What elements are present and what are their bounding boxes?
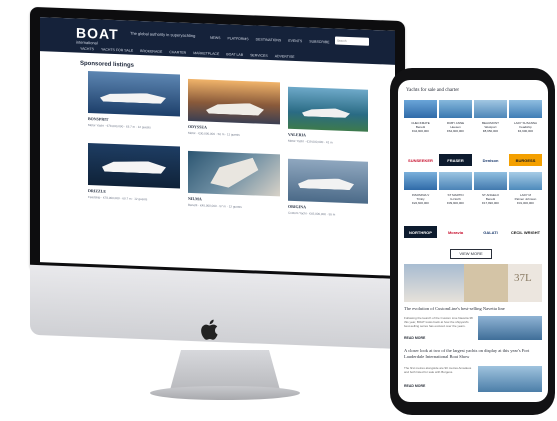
yacht-image (88, 71, 180, 117)
yacht-info: RUBY ANNE Heesen €64,900,000 (439, 121, 472, 133)
yacht-thumb[interactable] (404, 100, 437, 118)
yacht-info: ST MARTIN G-North €39,900,000 (439, 193, 472, 205)
article-title[interactable]: The evolution of CustomLine's best-selli… (404, 306, 542, 312)
nav-item[interactable]: CHARTER (169, 50, 186, 55)
nav-item[interactable]: SERVICES (250, 53, 268, 58)
yacht-price: €64,900,000 (447, 129, 464, 133)
yacht-image (188, 78, 280, 125)
view-more-button[interactable]: VIEW MORE (450, 249, 492, 259)
yacht-info: LADY SUSANNA Feadship €4,900,000 (509, 121, 542, 133)
yacht-price: €39,900,000 (447, 201, 464, 205)
broker-logo[interactable]: CECIL WRIGHT (509, 226, 542, 238)
yacht-price: €31,000,000 (517, 201, 534, 205)
yacht-thumb[interactable] (474, 100, 507, 118)
top-nav-item[interactable]: SUBSCRIBE (309, 40, 329, 45)
listing-meta: Motor Yacht · €78,000,000 · 63.7 m · 12 … (88, 123, 151, 130)
yacht-thumb[interactable] (509, 100, 542, 118)
yacht-info: BEAUMONT Westport €8,950,000 (474, 121, 507, 133)
yacht-image (288, 86, 368, 132)
listing-card[interactable]: ORIGINA Custom Yacht · €45,000,000 · 55 … (288, 158, 368, 218)
listing-card[interactable]: ODYSSEA Motor · €30,000,000 · 50 m · 11 … (188, 78, 280, 139)
tagline: The global authority in superyachting (130, 30, 196, 39)
yacht-info: ST ANGELO Benetti €17,990,000 (474, 193, 507, 205)
nav-item[interactable]: BOAT LAB (226, 52, 243, 57)
advert-text: 37L (514, 272, 532, 284)
top-nav-item[interactable]: NEWS (210, 36, 221, 40)
listing-meta: Custom Yacht · €45,000,000 · 55 m (288, 210, 336, 217)
broker-logo[interactable]: BURGESS (509, 154, 542, 166)
section-title: Sponsored listings (80, 60, 135, 69)
article-body: The first metres alongside are 90 metres… (404, 366, 472, 374)
listing-meta: Motor · €30,000,000 · 50 m · 11 guests (188, 130, 240, 137)
nav-item[interactable]: ADVERTISE (275, 54, 295, 59)
broker-logo[interactable]: Denison (474, 154, 507, 166)
broker-logo[interactable]: NORTHROP (404, 226, 437, 238)
broker-logo[interactable]: SUNSEEKER (404, 154, 437, 166)
article-image[interactable] (478, 366, 542, 392)
phone-section-title: Yachts for sale and charter (406, 88, 460, 93)
nav-item[interactable]: BROKERAGE (140, 49, 162, 54)
yacht-price: €44,900,000 (412, 129, 429, 133)
apple-logo-icon (201, 319, 218, 340)
listing-meta: Motor Yacht · €19,000,000 · 41 m (288, 138, 333, 145)
broker-logo[interactable]: FRASER (439, 154, 472, 166)
yacht-thumb[interactable] (509, 172, 542, 190)
yacht-info: INSOMNIA V Trinity €22,600,000 (404, 193, 437, 205)
broker-logo[interactable]: GALATI (474, 226, 507, 238)
listing-card[interactable]: VALERIA Motor Yacht · €19,000,000 · 41 m (288, 86, 368, 146)
boat-website: BOAT international The global authority … (40, 17, 395, 276)
search-input[interactable]: Search (335, 36, 369, 46)
yacht-thumb[interactable] (439, 172, 472, 190)
listing-card[interactable]: NILMA Benetti · €45,000,000 · 57 m · 12 … (188, 150, 280, 211)
listing-meta: Benetti · €45,000,000 · 57 m · 12 guests (188, 202, 242, 209)
article-image[interactable] (478, 316, 542, 340)
site-logo-sub: international (76, 39, 98, 46)
yacht-info: LADY M Palmer Johnson €31,000,000 (509, 193, 542, 205)
yacht-image (288, 158, 368, 204)
yacht-image (88, 143, 180, 189)
top-nav-item[interactable]: DESTINATIONS (256, 37, 282, 42)
nav-item[interactable]: YACHTS (80, 47, 94, 52)
listing-card[interactable]: BONSPRIT Motor Yacht · €78,000,000 · 63.… (88, 71, 180, 131)
listing-card[interactable]: DRIZZLE Feadship · €78,000,000 · 60.7 m … (88, 143, 180, 203)
phone: Yachts for sale and charter CHECKMATE Ben… (390, 68, 555, 415)
top-nav-item[interactable]: PLATFORMS (228, 36, 249, 41)
imac-stand-base (150, 386, 300, 400)
yacht-thumb[interactable] (439, 100, 472, 118)
read-more-link[interactable]: READ MORE (404, 384, 425, 388)
read-more-link[interactable]: READ MORE (404, 336, 425, 340)
yacht-thumb[interactable] (404, 172, 437, 190)
yacht-price: €17,990,000 (482, 201, 499, 205)
broker-logo[interactable]: Moravia (439, 226, 472, 238)
imac-stand (170, 350, 280, 390)
yacht-price: €4,900,000 (517, 129, 533, 133)
yacht-price: €22,600,000 (412, 201, 429, 205)
article-body: Following the launch of the Custom Line … (404, 316, 473, 328)
listing-meta: Feadship · €78,000,000 · 60.7 m · 12 gue… (88, 195, 148, 202)
top-nav-item[interactable]: EVENTS (288, 39, 302, 44)
advert-banner[interactable]: 37L (404, 264, 542, 302)
yacht-image (188, 150, 280, 197)
advert-panel (464, 264, 508, 302)
yacht-info: CHECKMATE Benetti €44,900,000 (404, 121, 437, 133)
phone-screen: Yachts for sale and charter CHECKMATE Ben… (398, 80, 548, 402)
article-title[interactable]: A closer look at two of the largest yach… (404, 348, 542, 360)
main-nav: YACHTS YACHTS FOR SALE BROKERAGE CHARTER… (80, 47, 375, 62)
nav-item[interactable]: YACHTS FOR SALE (101, 48, 133, 53)
site-header: BOAT international The global authority … (40, 17, 395, 65)
advert-image (404, 264, 464, 302)
yacht-price: €8,950,000 (482, 129, 498, 133)
nav-item[interactable]: MARKETPLACE (193, 51, 219, 56)
imac-screen: BOAT international The global authority … (30, 6, 405, 287)
yacht-thumb[interactable] (474, 172, 507, 190)
